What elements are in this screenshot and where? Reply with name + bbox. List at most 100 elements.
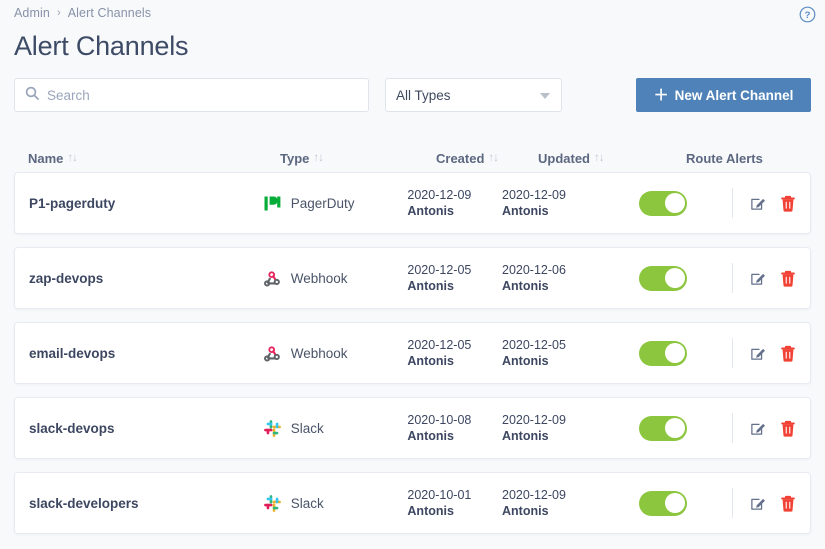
cell-actions <box>732 338 796 368</box>
updated-date: 2020-12-06 <box>502 263 566 277</box>
column-header-type-label: Type <box>280 150 310 166</box>
svg-text:?: ? <box>805 10 811 21</box>
edit-pencil-icon[interactable] <box>750 270 767 287</box>
cell-channel-name: slack-devops <box>29 420 115 436</box>
created-date: 2020-12-09 <box>407 188 472 202</box>
created-user: Antonis <box>407 504 454 518</box>
table-row[interactable]: P1-pagerduty PagerDuty 2020-12-09 Antonis 20… <box>14 172 811 234</box>
channel-type-label: Webhook <box>290 270 348 286</box>
chevron-down-icon <box>540 93 550 99</box>
edit-pencil-icon[interactable] <box>750 420 767 437</box>
route-alerts-toggle[interactable] <box>639 190 688 216</box>
cell-created: 2020-10-01 Antonis <box>407 487 502 519</box>
cell-channel-type: Slack <box>263 494 408 513</box>
table-row[interactable]: email-devops Webhook 2020-12-05 Antonis 2020… <box>14 322 811 384</box>
cell-actions <box>732 263 796 293</box>
route-alerts-toggle[interactable] <box>639 490 688 516</box>
new-alert-channel-button[interactable]: ＋ New Alert Channel <box>636 78 811 112</box>
edit-pencil-icon[interactable] <box>750 195 767 212</box>
type-filter-select[interactable]: All Types <box>385 78 562 112</box>
column-header-created-label: Created <box>436 150 485 166</box>
search-box[interactable] <box>14 78 369 112</box>
sort-arrows-icon[interactable]: ↑↓ <box>488 152 498 164</box>
toggle-knob <box>664 493 685 513</box>
breadcrumb-alert-channels[interactable]: Alert Channels <box>68 6 151 20</box>
table-body: P1-pagerduty PagerDuty 2020-12-09 Antonis 20… <box>14 172 811 534</box>
webhook-icon <box>263 344 282 363</box>
cell-channel-name: slack-developers <box>29 495 139 511</box>
cell-route-alerts <box>639 415 732 441</box>
column-header-route-alerts: Route Alerts <box>686 151 786 166</box>
created-user: Antonis <box>407 204 454 218</box>
sort-arrows-icon[interactable]: ↑↓ <box>313 152 323 164</box>
channel-type-label: Webhook <box>290 345 348 361</box>
table-row[interactable]: slack-devops Slack 2020-10-08 Antonis 2020-1… <box>14 397 811 459</box>
column-header-name[interactable]: Name ↑↓ <box>28 151 280 166</box>
trash-delete-icon[interactable] <box>780 345 796 362</box>
cell-created: 2020-10-08 Antonis <box>407 412 502 444</box>
cell-channel-type: PagerDuty <box>263 194 408 213</box>
breadcrumb-separator: › <box>56 7 61 19</box>
toggle-knob <box>664 193 685 213</box>
breadcrumb-admin[interactable]: Admin <box>14 6 50 20</box>
cell-channel-type: Webhook <box>263 269 408 288</box>
created-date: 2020-10-01 <box>407 488 472 502</box>
alert-channels-page: Admin › Alert Channels ? Alert Channels … <box>0 0 825 549</box>
updated-date: 2020-12-05 <box>502 338 566 352</box>
channel-type-label: Slack <box>290 495 324 511</box>
cell-channel-type: Slack <box>263 419 408 438</box>
table-row[interactable]: slack-developers Slack 2020-10-01 Antonis 20… <box>14 472 811 534</box>
created-date: 2020-12-05 <box>407 338 472 352</box>
updated-user: Antonis <box>502 204 549 218</box>
sort-arrows-icon[interactable]: ↑↓ <box>67 152 77 164</box>
route-alerts-toggle[interactable] <box>639 415 688 441</box>
sort-arrows-icon[interactable]: ↑↓ <box>594 152 604 164</box>
column-header-created[interactable]: Created ↑↓ <box>436 151 538 166</box>
new-alert-channel-label: New Alert Channel <box>674 87 794 103</box>
cell-updated: 2020-12-09 Antonis <box>502 187 639 219</box>
search-icon <box>25 86 39 105</box>
created-date: 2020-12-05 <box>407 263 472 277</box>
cell-created: 2020-12-05 Antonis <box>407 337 502 369</box>
cell-channel-name: P1-pagerduty <box>29 195 116 211</box>
table-header-row: Name ↑↓ Type ↑↓ Created ↑↓ Updated ↑↓ Ro… <box>14 144 811 172</box>
route-alerts-toggle[interactable] <box>639 265 688 291</box>
page-title: Alert Channels <box>14 31 189 61</box>
slack-icon <box>263 494 282 513</box>
help-circle-icon[interactable]: ? <box>799 6 816 23</box>
column-header-name-label: Name <box>28 150 64 166</box>
column-header-type[interactable]: Type ↑↓ <box>280 151 436 166</box>
channel-type-label: PagerDuty <box>290 195 355 211</box>
updated-date: 2020-12-09 <box>502 413 566 427</box>
cell-route-alerts <box>639 265 732 291</box>
cell-updated: 2020-12-06 Antonis <box>502 262 639 294</box>
type-filter-value: All Types <box>396 87 451 103</box>
trash-delete-icon[interactable] <box>780 195 796 212</box>
updated-user: Antonis <box>502 354 549 368</box>
created-user: Antonis <box>407 354 454 368</box>
updated-date: 2020-12-09 <box>502 188 566 202</box>
edit-pencil-icon[interactable] <box>750 495 767 512</box>
webhook-icon <box>263 269 282 288</box>
cell-created: 2020-12-09 Antonis <box>407 187 502 219</box>
table-row[interactable]: zap-devops Webhook 2020-12-05 Antonis 2020-1… <box>14 247 811 309</box>
toolbar: All Types ＋ New Alert Channel <box>14 78 811 112</box>
plus-icon: ＋ <box>653 86 669 104</box>
search-input[interactable] <box>47 87 358 103</box>
slack-icon <box>263 419 282 438</box>
updated-date: 2020-12-09 <box>502 488 566 502</box>
cell-actions <box>732 488 796 518</box>
breadcrumb: Admin › Alert Channels <box>14 6 151 20</box>
created-user: Antonis <box>407 429 454 443</box>
route-alerts-toggle[interactable] <box>639 340 688 366</box>
trash-delete-icon[interactable] <box>780 270 796 287</box>
column-header-updated[interactable]: Updated ↑↓ <box>538 151 686 166</box>
trash-delete-icon[interactable] <box>780 420 796 437</box>
updated-user: Antonis <box>502 279 549 293</box>
column-header-updated-label: Updated <box>538 150 590 166</box>
trash-delete-icon[interactable] <box>780 495 796 512</box>
toggle-knob <box>664 343 685 363</box>
cell-updated: 2020-12-05 Antonis <box>502 337 639 369</box>
edit-pencil-icon[interactable] <box>750 345 767 362</box>
alert-channels-table: Name ↑↓ Type ↑↓ Created ↑↓ Updated ↑↓ Ro… <box>14 144 811 547</box>
